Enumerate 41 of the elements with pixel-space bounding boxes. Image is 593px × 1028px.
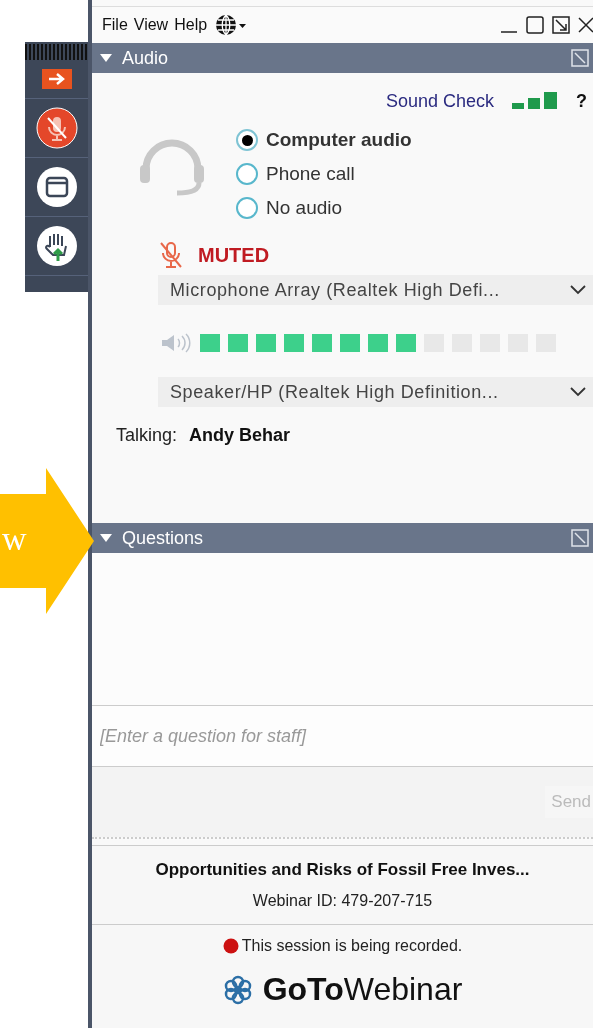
speaker-dropdown[interactable]: Speaker/HP (Realtek High Definition...	[158, 377, 593, 407]
radio-button[interactable]	[236, 129, 258, 151]
help-button[interactable]: ?	[576, 90, 587, 112]
menu-item[interactable]: View	[133, 16, 169, 34]
microphone-dropdown[interactable]: Microphone Array (Realtek High Defi...	[158, 275, 593, 305]
menu-item[interactable]: File	[102, 16, 128, 34]
collapse-triangle-icon[interactable]	[100, 533, 112, 543]
radio-button[interactable]	[236, 163, 258, 185]
menu-item[interactable]: Help	[174, 16, 208, 34]
radio-label[interactable]: Computer audio	[266, 129, 412, 151]
question-input[interactable]: [Enter a question for staff]	[92, 706, 593, 767]
callout-arrow: w	[0, 468, 96, 614]
talking-label: Talking:	[116, 425, 178, 446]
headset-icon	[138, 139, 206, 197]
radio-label[interactable]: No audio	[266, 197, 343, 219]
radio-button[interactable]	[236, 197, 258, 219]
webinar-title: Opportunities and Risks of Fossil Free Inves...	[155, 860, 530, 880]
chevron-down-icon	[569, 284, 587, 296]
speaker-icon	[160, 333, 192, 353]
recording-notice: This session is being recorded.	[241, 937, 463, 955]
webinar-id: Webinar ID: 479-207-715	[252, 892, 433, 910]
muted-status: MUTED	[198, 243, 270, 267]
audio-panel-header[interactable]: Audio	[92, 43, 593, 73]
maximize-icon[interactable]	[525, 15, 545, 35]
flower-logo-icon	[222, 974, 253, 1005]
close-icon[interactable]	[577, 15, 593, 35]
muted-microphone-icon	[158, 241, 184, 269]
signal-bars-icon	[512, 92, 558, 110]
questions-panel-header[interactable]: Questions	[92, 523, 593, 553]
pop-out-icon[interactable]	[551, 15, 571, 35]
chevron-down-icon	[569, 386, 587, 398]
radio-label[interactable]: Phone call	[266, 163, 355, 185]
panel-title: Questions	[122, 527, 204, 549]
panel-title: Audio	[122, 47, 169, 69]
product-logo: GoToWebinar	[262, 971, 463, 1008]
talker-name: Andy Behar	[189, 425, 291, 446]
sound-check-link[interactable]: Sound Check	[385, 90, 494, 112]
drag-grip-icon[interactable]	[25, 44, 88, 60]
collapse-triangle-icon[interactable]	[100, 53, 112, 63]
recording-dot-icon	[222, 938, 239, 954]
globe-dropdown-icon[interactable]	[215, 14, 248, 36]
